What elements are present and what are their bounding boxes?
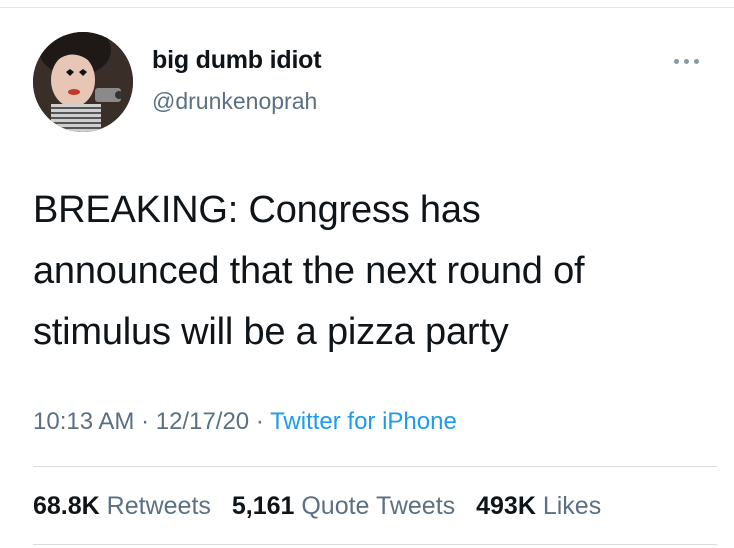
tweet-text-line: stimulus will be a pizza party	[33, 311, 509, 353]
tweet-time[interactable]: 10:13 AM	[33, 408, 134, 435]
quote-tweets-label: Quote Tweets	[301, 492, 456, 520]
meta-separator: ·	[134, 408, 156, 435]
user-handle[interactable]: @drunkenoprah	[152, 88, 317, 115]
quote-tweets-stat[interactable]: 5,161 Quote Tweets	[232, 492, 455, 520]
tweet-meta: 10:13 AM · 12/17/20 · Twitter for iPhone	[33, 408, 457, 436]
avatar-image	[33, 32, 133, 132]
retweets-count: 68.8K	[33, 492, 100, 520]
retweets-label: Retweets	[106, 492, 211, 520]
tweet-stats: 68.8K Retweets 5,161 Quote Tweets 493K L…	[33, 492, 615, 521]
divider	[33, 466, 717, 467]
quote-tweets-count: 5,161	[231, 492, 295, 520]
display-name[interactable]: big dumb idiot	[152, 46, 322, 75]
tweet-text-line: BREAKING: Congress has	[33, 189, 481, 231]
more-dot	[694, 58, 699, 64]
retweets-stat[interactable]: 68.8K Retweets	[33, 492, 211, 520]
more-dot	[674, 58, 679, 64]
tweet-date[interactable]: 12/17/20	[156, 408, 249, 435]
likes-count: 493K	[476, 492, 536, 520]
divider	[33, 544, 717, 545]
meta-separator: ·	[249, 408, 271, 435]
more-horizontal-icon[interactable]	[674, 54, 714, 68]
tweet-text-line: announced that the next round of	[33, 250, 585, 292]
likes-label: Likes	[542, 492, 602, 520]
more-dot	[684, 58, 689, 64]
tweet-text: BREAKING: Congress has announced that th…	[33, 180, 693, 363]
tweet-source[interactable]: Twitter for iPhone	[270, 408, 457, 435]
avatar[interactable]	[33, 32, 133, 132]
top-divider	[0, 7, 734, 8]
likes-stat[interactable]: 493K Likes	[476, 492, 601, 520]
